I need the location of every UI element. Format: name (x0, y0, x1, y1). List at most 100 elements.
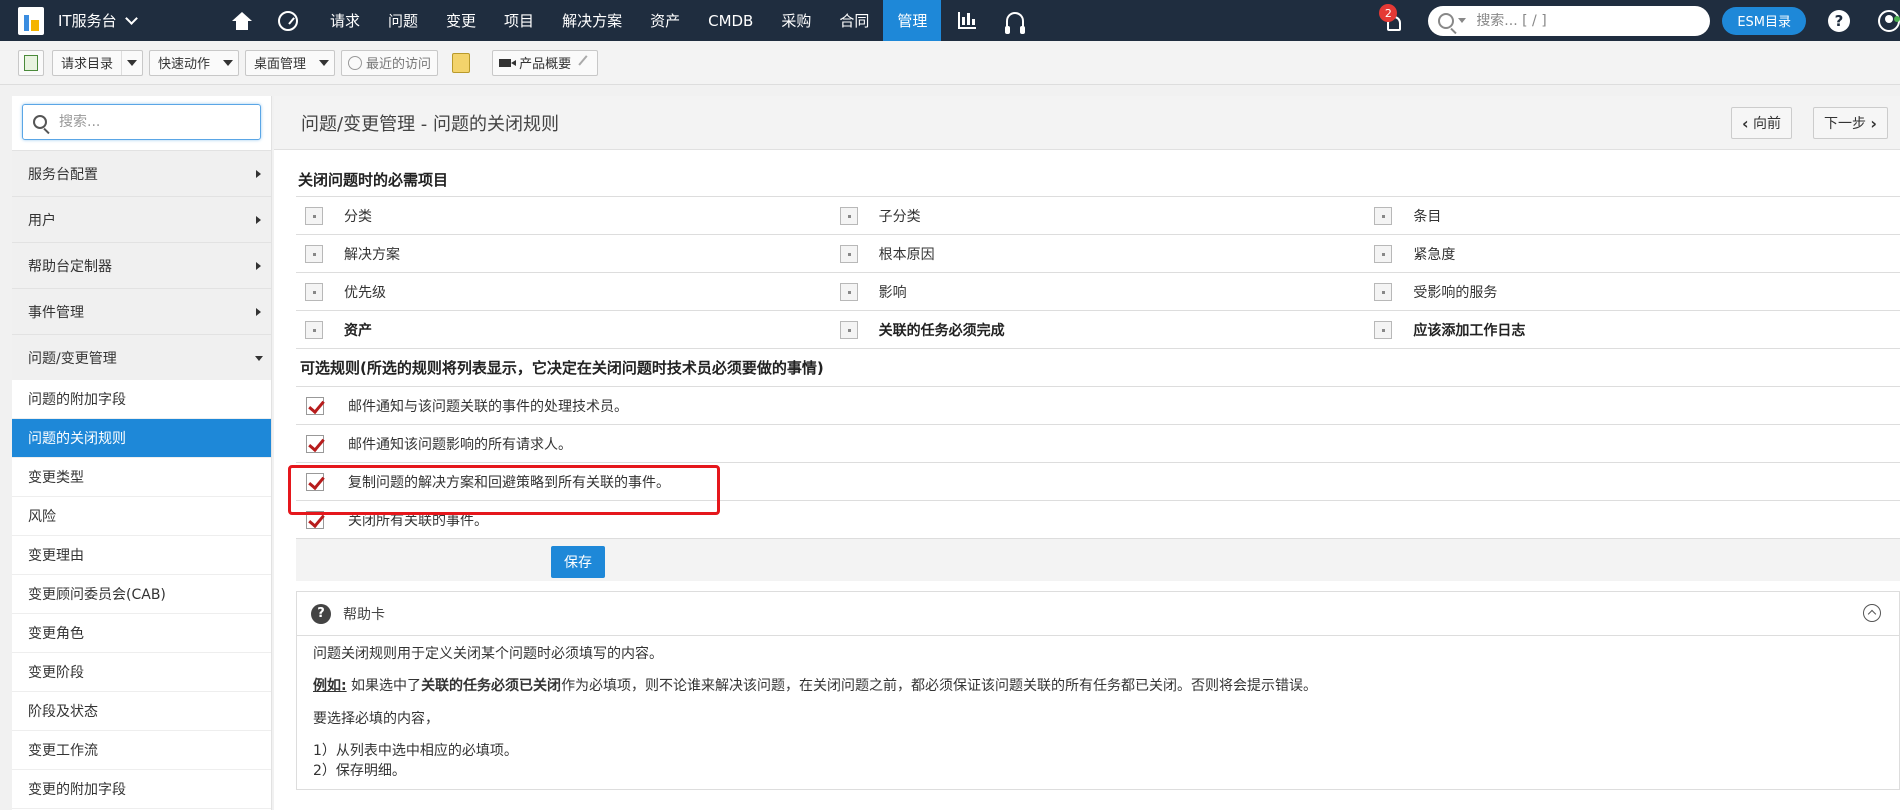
sidebar-group-service-desk-config[interactable]: 服务台配置 (12, 150, 271, 196)
home-icon[interactable] (222, 0, 262, 41)
quick-toolbar: 请求目录 快速动作 桌面管理 最近的访问 产品概要 (0, 41, 1900, 85)
help-text-bold: 关联的任务必须已关闭 (421, 678, 562, 695)
sidebar-item-problem-additional-fields[interactable]: 问题的附加字段 (12, 380, 271, 419)
notifications-bell-icon[interactable]: 2 (1374, 0, 1414, 41)
required-item-category[interactable]: 分类 (296, 197, 831, 234)
required-item-asset[interactable]: 资产 (296, 311, 831, 348)
headset-icon[interactable] (995, 0, 1035, 41)
checkbox-disabled[interactable] (839, 320, 858, 339)
required-item-item[interactable]: 条目 (1365, 197, 1900, 234)
sidebar-item-change-types[interactable]: 变更类型 (12, 458, 271, 497)
required-items-table: 分类 子分类 条目 解决方案 根本原因 紧急度 优先级 影响 受影响的服务 资产… (296, 196, 1900, 349)
required-item-solution[interactable]: 解决方案 (296, 235, 831, 272)
sidebar-group-incident-mgmt[interactable]: 事件管理 (12, 288, 271, 334)
search-scope-caret-icon[interactable] (1458, 18, 1467, 23)
nav-cmdb[interactable]: CMDB (694, 0, 767, 41)
required-item-label: 根本原因 (878, 246, 935, 263)
sidebar-group-users[interactable]: 用户 (12, 196, 271, 242)
nav-requests[interactable]: 请求 (316, 0, 374, 41)
required-item-urgency[interactable]: 紧急度 (1365, 235, 1900, 272)
table-row: 解决方案 根本原因 紧急度 (296, 235, 1900, 273)
required-item-subcategory[interactable]: 子分类 (831, 197, 1366, 234)
video-icon (499, 58, 517, 67)
caret-down-icon (314, 60, 334, 66)
checkbox-disabled[interactable] (305, 282, 323, 301)
global-search[interactable] (1428, 5, 1711, 36)
required-item-impact[interactable]: 影响 (831, 273, 1366, 310)
required-item-priority[interactable]: 优先级 (296, 273, 831, 310)
checkbox-disabled[interactable] (1374, 206, 1393, 225)
sidebar-item-risk[interactable]: 风险 (12, 497, 271, 536)
sidebar-search[interactable] (22, 104, 261, 140)
app-switcher[interactable]: IT服务台 (0, 0, 200, 41)
save-button[interactable]: 保存 (551, 546, 605, 578)
nav-assets[interactable]: 资产 (636, 0, 694, 41)
nav-purchase[interactable]: 采购 (767, 0, 825, 41)
recent-access-button[interactable]: 最近的访问 (341, 49, 439, 76)
sidebar-search-input[interactable] (59, 114, 249, 130)
help-card: ? 帮助卡 问题关闭规则用于定义关闭某个问题时必须填写的内容。 例如: 如果选中… (296, 591, 1900, 791)
required-item-tasks-completed[interactable]: 关联的任务必须完成 (831, 311, 1366, 348)
optional-rule-notify-technicians[interactable]: 邮件通知与该问题关联的事件的处理技术员。 (296, 387, 1900, 425)
caret-right-icon (256, 170, 261, 178)
required-item-label: 关联的任务必须完成 (878, 322, 1005, 339)
optional-rule-notify-requesters[interactable]: 邮件通知该问题影响的所有请求人。 (296, 425, 1900, 463)
dashboard-icon[interactable] (268, 0, 308, 41)
reports-chart-icon[interactable] (947, 0, 987, 41)
quick-actions-dropdown[interactable]: 快速动作 (149, 49, 240, 76)
checkbox-disabled[interactable] (1374, 244, 1393, 263)
checkbox-checked[interactable] (306, 396, 324, 415)
desktop-mgmt-label: 桌面管理 (254, 57, 307, 72)
required-item-affected-services[interactable]: 受影响的服务 (1365, 273, 1900, 310)
desktop-mgmt-dropdown[interactable]: 桌面管理 (245, 49, 336, 76)
nav-admin[interactable]: 管理 (883, 0, 942, 41)
notes-icon[interactable] (448, 50, 474, 76)
sidebar-group-helpdesk-customizer[interactable]: 帮助台定制器 (12, 242, 271, 288)
help-text: 如果选中了 (346, 678, 422, 695)
checkbox-disabled[interactable] (305, 244, 323, 263)
checkbox-disabled[interactable] (1374, 282, 1393, 301)
checkbox-disabled[interactable] (839, 244, 858, 263)
next-button[interactable]: 下一步 › (1812, 107, 1888, 139)
checkbox-disabled[interactable] (1374, 320, 1393, 339)
product-overview-button[interactable]: 产品概要 (492, 49, 599, 76)
checkbox-checked[interactable] (306, 434, 324, 453)
nav-solutions[interactable]: 解决方案 (548, 0, 636, 41)
optional-rule-label: 邮件通知与该问题关联的事件的处理技术员。 (348, 398, 628, 415)
app-name: IT服务台 (58, 12, 117, 30)
checkbox-disabled[interactable] (839, 206, 858, 225)
help-icon[interactable]: ? (1828, 9, 1850, 32)
global-search-input[interactable] (1476, 12, 1677, 29)
quick-actions-label: 快速动作 (158, 57, 211, 72)
sidebar-item-change-stages[interactable]: 变更阶段 (12, 653, 271, 692)
product-overview-label: 产品概要 (519, 57, 572, 72)
request-catalog-dropdown[interactable]: 请求目录 (52, 49, 144, 76)
collapse-icon[interactable] (1863, 604, 1881, 622)
recent-access-label: 最近的访问 (366, 57, 432, 72)
required-item-root-cause[interactable]: 根本原因 (831, 235, 1366, 272)
new-request-icon[interactable] (18, 49, 44, 76)
sidebar-item-problem-closure-rules[interactable]: 问题的关闭规则 (12, 419, 271, 458)
pin-icon[interactable] (578, 54, 594, 71)
sidebar-group-problem-change-mgmt[interactable]: 问题/变更管理 (12, 334, 271, 380)
prev-button[interactable]: ‹ 向前 (1730, 107, 1792, 139)
nav-projects[interactable]: 项目 (490, 0, 548, 41)
required-item-worklog[interactable]: 应该添加工作日志 (1365, 311, 1900, 348)
nav-contracts[interactable]: 合同 (825, 0, 883, 41)
esm-catalog-button[interactable]: ESM目录 (1722, 6, 1806, 35)
nav-problems[interactable]: 问题 (374, 0, 432, 41)
checkbox-disabled[interactable] (305, 206, 323, 225)
help-card-header[interactable]: ? 帮助卡 (297, 592, 1899, 636)
checkbox-disabled[interactable] (839, 282, 858, 301)
sidebar-item-cab[interactable]: 变更顾问委员会(CAB) (12, 575, 271, 614)
help-card-body: 问题关闭规则用于定义关闭某个问题时必须填写的内容。 例如: 如果选中了关联的任务… (297, 636, 1899, 789)
sidebar-item-change-workflow[interactable]: 变更工作流 (12, 731, 271, 770)
sidebar-item-change-reasons[interactable]: 变更理由 (12, 536, 271, 575)
sidebar-item-stages-status[interactable]: 阶段及状态 (12, 692, 271, 731)
sidebar-item-change-roles[interactable]: 变更角色 (12, 614, 271, 653)
sidebar-item-change-additional-fields[interactable]: 变更的附加字段 (12, 770, 271, 809)
nav-changes[interactable]: 变更 (432, 0, 490, 41)
help-text: 问题关闭规则用于定义关闭某个问题时必须填写的内容。 (313, 646, 663, 662)
caret-right-icon (256, 216, 261, 224)
checkbox-disabled[interactable] (305, 320, 323, 339)
